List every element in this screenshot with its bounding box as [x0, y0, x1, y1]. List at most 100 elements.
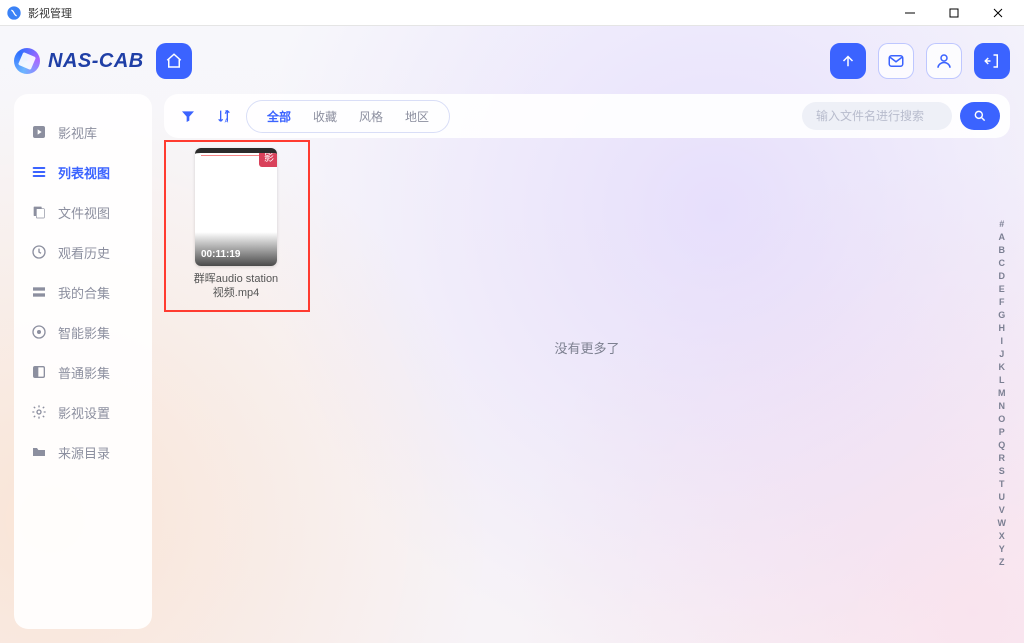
content-grid: 影 00:11:19 群晖audio station视频.mp4 没有更多了 #…	[164, 138, 1010, 629]
sidebar-item-library[interactable]: 影视库	[14, 112, 152, 152]
filter-tab-all[interactable]: 全部	[257, 104, 301, 129]
mail-button[interactable]	[878, 43, 914, 79]
video-filename: 群晖audio station视频.mp4	[191, 272, 281, 301]
alpha-index-letter[interactable]: O	[998, 413, 1005, 426]
svg-text:A: A	[225, 119, 229, 124]
main-panel: ZA 全部 收藏 风格 地区	[164, 94, 1010, 629]
alpha-index-letter[interactable]: I	[1000, 335, 1003, 348]
alpha-index-letter[interactable]: F	[999, 296, 1005, 309]
type-badge: 影	[259, 151, 277, 167]
alpha-index-letter[interactable]: J	[999, 348, 1004, 361]
alpha-index-letter[interactable]: R	[999, 452, 1006, 465]
filter-button[interactable]	[174, 102, 202, 130]
sidebar-item-label: 观看历史	[58, 243, 110, 262]
sidebar-item-settings[interactable]: 影视设置	[14, 392, 152, 432]
sidebar-item-my-collections[interactable]: 我的合集	[14, 272, 152, 312]
sidebar-item-label: 普通影集	[58, 363, 110, 382]
window-title: 影视管理	[28, 5, 72, 21]
search-button[interactable]	[960, 102, 1000, 130]
video-card[interactable]: 影 00:11:19 群晖audio station视频.mp4	[195, 148, 277, 301]
gear-icon	[30, 403, 48, 421]
alpha-index-letter[interactable]: A	[999, 231, 1006, 244]
sidebar-item-list-view[interactable]: 列表视图	[14, 152, 152, 192]
folder-icon	[30, 443, 48, 461]
filter-tab-genre[interactable]: 风格	[349, 104, 393, 129]
home-button[interactable]	[156, 43, 192, 79]
filter-tab-region[interactable]: 地区	[395, 104, 439, 129]
filter-icon	[180, 108, 196, 124]
filter-tabs: 全部 收藏 风格 地区	[246, 100, 450, 133]
search	[802, 102, 1000, 130]
home-icon	[165, 52, 183, 70]
window-maximize-button[interactable]	[932, 0, 976, 26]
logout-icon	[983, 52, 1001, 70]
sidebar-item-sources[interactable]: 来源目录	[14, 432, 152, 472]
duration-label: 00:11:19	[201, 249, 240, 260]
video-thumbnail: 影 00:11:19	[195, 148, 277, 266]
clock-icon	[30, 243, 48, 261]
alpha-index-letter[interactable]: Y	[999, 543, 1005, 556]
files-icon	[30, 203, 48, 221]
brand-text: NAS-CAB	[48, 50, 144, 73]
window-minimize-button[interactable]	[888, 0, 932, 26]
alpha-index-letter[interactable]: X	[999, 530, 1005, 543]
logout-button[interactable]	[974, 43, 1010, 79]
alpha-index-letter[interactable]: H	[999, 322, 1006, 335]
alpha-index-letter[interactable]: L	[999, 374, 1005, 387]
alpha-index-letter[interactable]: N	[999, 400, 1006, 413]
sort-button[interactable]: ZA	[210, 102, 238, 130]
alpha-index-letter[interactable]: U	[999, 491, 1006, 504]
collection-icon	[30, 283, 48, 301]
alpha-index-letter[interactable]: B	[999, 244, 1006, 257]
topbar: NAS-CAB	[14, 36, 1010, 86]
sidebar: 影视库 列表视图 文件视图 观看历史 我的合集 智能影集	[14, 94, 152, 629]
alpha-index-letter[interactable]: W	[998, 517, 1007, 530]
alpha-index-letter[interactable]: #	[999, 218, 1004, 231]
upload-icon	[839, 52, 857, 70]
alpha-index-letter[interactable]: Z	[999, 556, 1005, 569]
alpha-index-letter[interactable]: Q	[998, 439, 1005, 452]
window-titlebar: 影视管理	[0, 0, 1024, 26]
sidebar-item-label: 文件视图	[58, 203, 110, 222]
sidebar-item-label: 智能影集	[58, 323, 110, 342]
alpha-index-letter[interactable]: T	[999, 478, 1005, 491]
sidebar-item-history[interactable]: 观看历史	[14, 232, 152, 272]
play-square-icon	[30, 123, 48, 141]
sidebar-item-file-view[interactable]: 文件视图	[14, 192, 152, 232]
empty-text: 没有更多了	[554, 338, 619, 357]
sidebar-item-label: 影视库	[58, 123, 97, 142]
sidebar-item-label: 列表视图	[58, 163, 110, 182]
window-close-button[interactable]	[976, 0, 1020, 26]
logo[interactable]: NAS-CAB	[14, 48, 144, 74]
alpha-index-letter[interactable]: M	[998, 387, 1006, 400]
toolbar: ZA 全部 收藏 风格 地区	[164, 94, 1010, 138]
sidebar-item-smart-album[interactable]: 智能影集	[14, 312, 152, 352]
filter-tab-fav[interactable]: 收藏	[303, 104, 347, 129]
sidebar-item-normal-album[interactable]: 普通影集	[14, 352, 152, 392]
target-icon	[30, 323, 48, 341]
app-shell: NAS-CAB 影视库	[0, 26, 1024, 643]
alpha-index-letter[interactable]: V	[999, 504, 1005, 517]
sidebar-item-label: 影视设置	[58, 403, 110, 422]
alpha-index: #ABCDEFGHIJKLMNOPQRSTUVWXYZ	[998, 218, 1007, 569]
alpha-index-letter[interactable]: P	[999, 426, 1005, 439]
album-icon	[30, 363, 48, 381]
alpha-index-letter[interactable]: E	[999, 283, 1005, 296]
user-icon	[935, 52, 953, 70]
sidebar-item-label: 我的合集	[58, 283, 110, 302]
alpha-index-letter[interactable]: C	[999, 257, 1006, 270]
mail-icon	[887, 52, 905, 70]
user-button[interactable]	[926, 43, 962, 79]
upload-button[interactable]	[830, 43, 866, 79]
alpha-index-letter[interactable]: G	[998, 309, 1005, 322]
search-input[interactable]	[802, 102, 952, 130]
alpha-index-letter[interactable]: D	[999, 270, 1006, 283]
sort-icon: ZA	[216, 108, 232, 124]
search-icon	[973, 109, 987, 123]
sidebar-item-label: 来源目录	[58, 443, 110, 462]
alpha-index-letter[interactable]: K	[999, 361, 1006, 374]
app-icon	[6, 5, 22, 21]
list-icon	[30, 163, 48, 181]
alpha-index-letter[interactable]: S	[999, 465, 1005, 478]
logo-mark-icon	[14, 48, 40, 74]
